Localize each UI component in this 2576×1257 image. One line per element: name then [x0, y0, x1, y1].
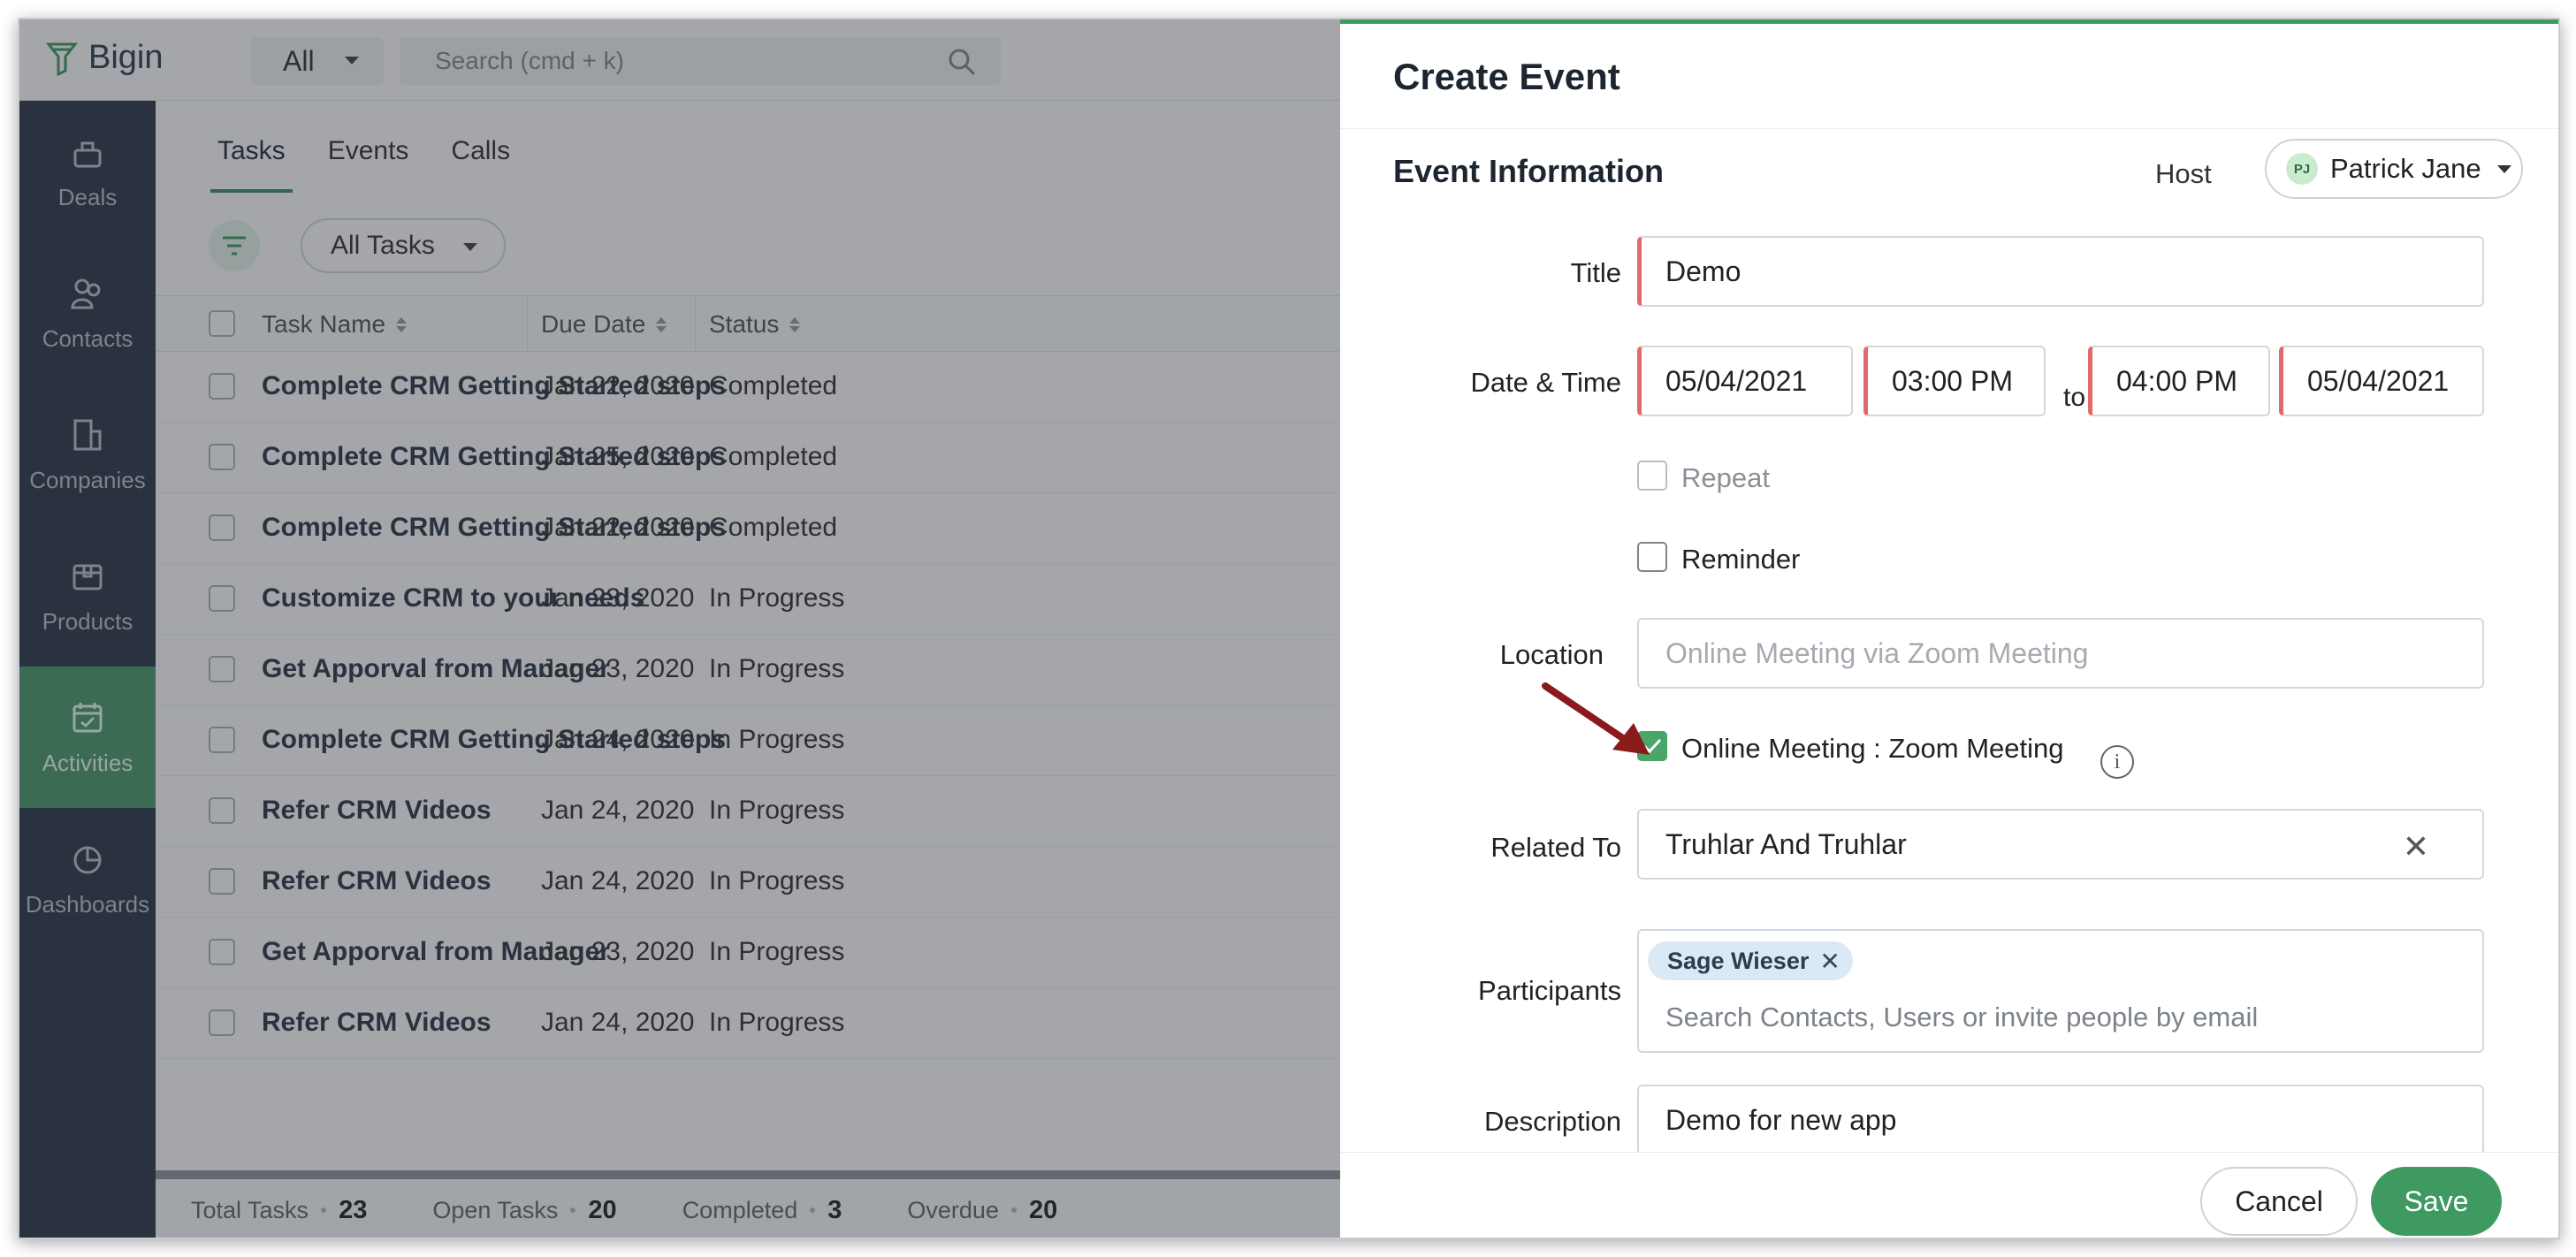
save-button[interactable]: Save [2371, 1167, 2502, 1236]
cancel-button[interactable]: Cancel [2200, 1167, 2358, 1236]
participants-label: Participants [1478, 975, 1621, 1006]
info-icon[interactable]: i [2100, 745, 2134, 779]
title-value: Demo [1665, 255, 1741, 287]
related-to-value: Truhlar And Truhlar [1665, 827, 1907, 860]
participants-placeholder: Search Contacts, Users or invite people … [1665, 1002, 2259, 1032]
start-date-value: 05/04/2021 [1665, 364, 1808, 397]
online-meeting-label: Online Meeting : Zoom Meeting [1681, 733, 2064, 764]
clear-icon[interactable]: ✕ [2403, 828, 2429, 865]
remove-participant-icon[interactable]: ✕ [1819, 947, 1840, 976]
modal-backdrop[interactable] [19, 19, 1340, 1238]
repeat-checkbox[interactable] [1637, 461, 1667, 491]
participants-input[interactable]: Sage Wieser ✕ Search Contacts, Users or … [1637, 929, 2484, 1053]
start-date-input[interactable]: 05/04/2021 [1637, 346, 1853, 416]
related-to-label: Related To [1490, 832, 1621, 863]
host-name: Patrick Jane [2330, 153, 2481, 184]
end-date-value: 05/04/2021 [2307, 364, 2450, 397]
start-time-input[interactable]: 03:00 PM [1863, 346, 2046, 416]
title-input[interactable]: Demo [1637, 236, 2484, 307]
host-dropdown[interactable]: PJ Patrick Jane [2265, 139, 2523, 199]
location-input[interactable]: Online Meeting via Zoom Meeting [1637, 618, 2484, 689]
annotation-arrow-icon [1542, 682, 1650, 755]
participant-chip: Sage Wieser ✕ [1648, 941, 1853, 980]
title-label: Title [1570, 257, 1621, 288]
reminder-label: Reminder [1681, 544, 1801, 575]
reminder-checkbox[interactable] [1637, 542, 1667, 572]
divider [1340, 128, 2558, 129]
to-label: to [2063, 383, 2086, 412]
start-time-value: 03:00 PM [1892, 364, 2013, 397]
location-placeholder: Online Meeting via Zoom Meeting [1665, 636, 2089, 669]
section-title: Event Information [1393, 153, 1665, 189]
description-value: Demo for new app [1665, 1104, 1897, 1136]
location-label: Location [1499, 639, 1604, 670]
chevron-down-icon [2496, 164, 2511, 173]
related-to-input[interactable]: Truhlar And Truhlar ✕ [1637, 809, 2484, 880]
end-time-value: 04:00 PM [2116, 364, 2237, 397]
app-window: Bigin All Search (cmd + k) Deals Contact… [18, 18, 2560, 1239]
end-time-input[interactable]: 04:00 PM [2088, 346, 2270, 416]
end-date-input[interactable]: 05/04/2021 [2279, 346, 2484, 416]
panel-title: Create Event [1393, 56, 1620, 97]
host-label: Host [2155, 158, 2212, 189]
description-label: Description [1483, 1106, 1621, 1137]
panel-footer: Cancel Save [1340, 1152, 2558, 1238]
participant-name: Sage Wieser [1667, 947, 1810, 974]
create-event-panel: Create Event Event Information Host PJ P… [1340, 19, 2558, 1238]
repeat-label: Repeat [1681, 462, 1770, 493]
date-time-label: Date & Time [1470, 367, 1621, 398]
avatar: PJ [2286, 153, 2318, 185]
